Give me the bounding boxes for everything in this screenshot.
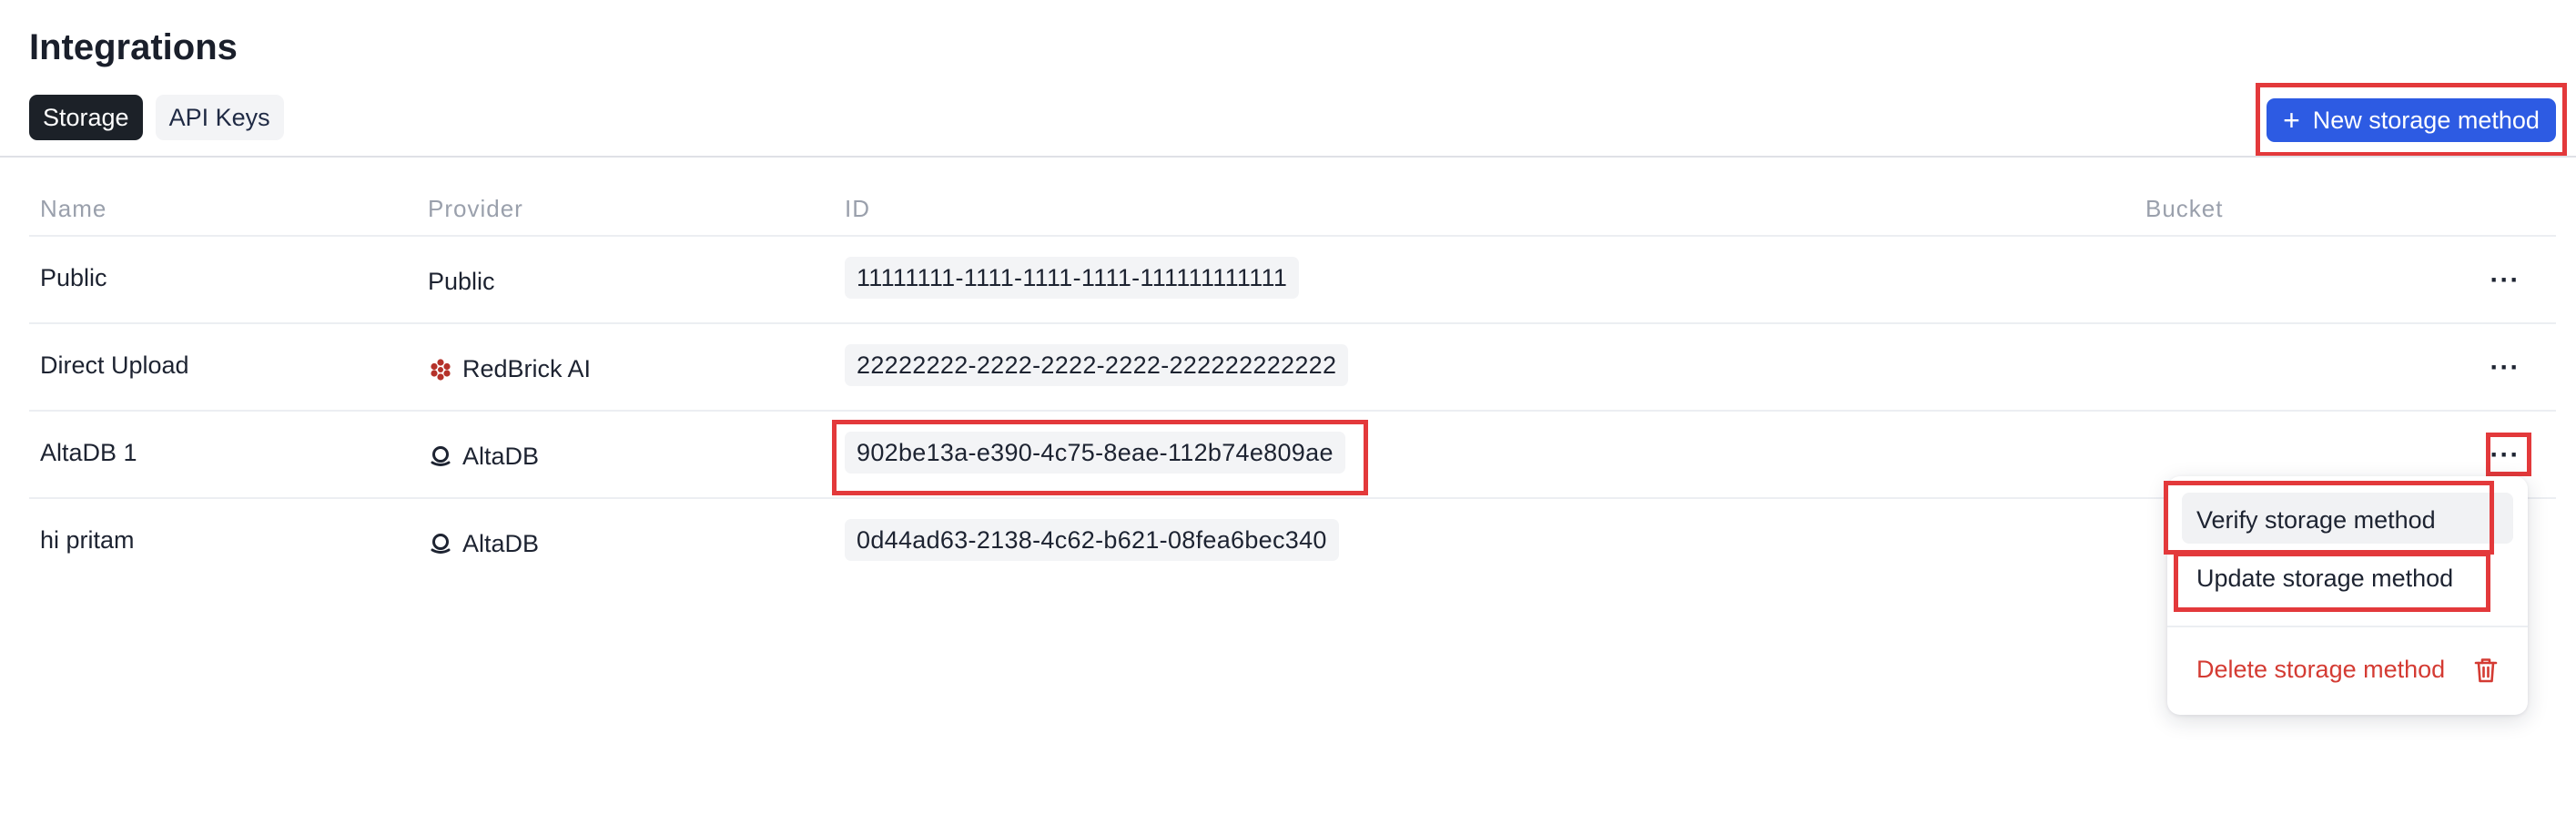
column-header-bucket: Bucket: [2145, 195, 2224, 222]
provider-label: RedBrick AI: [462, 355, 592, 382]
new-storage-method-button[interactable]: + New storage method: [2267, 98, 2556, 142]
provider-label: AltaDB: [462, 443, 540, 470]
more-horizontal-icon: ···: [2490, 440, 2520, 470]
row-menu-button[interactable]: ···: [2487, 350, 2523, 386]
new-storage-method-label: New storage method: [2312, 106, 2540, 134]
row-menu-button[interactable]: ···: [2487, 437, 2523, 474]
provider-label: AltaDB: [462, 530, 540, 557]
row-id: 0d44ad63-2138-4c62-b621-08fea6bec340: [845, 519, 1339, 561]
row-menu-button[interactable]: ···: [2487, 262, 2523, 299]
header-divider: [0, 156, 2576, 158]
verify-storage-method-item[interactable]: Verify storage method: [2196, 506, 2436, 535]
row-id: 11111111-1111-1111-1111-111111111111: [845, 257, 1300, 299]
column-header-name: Name: [40, 195, 107, 222]
table-row: Public Public 11111111-1111-1111-1111-11…: [29, 237, 2556, 324]
tab-storage[interactable]: Storage: [29, 95, 143, 140]
column-header-id: ID: [845, 195, 870, 222]
row-name: AltaDB 1: [40, 439, 137, 466]
altadb-logo-icon: [431, 445, 451, 466]
update-storage-method-item[interactable]: Update storage method: [2196, 565, 2453, 593]
tab-bar: Storage API Keys: [29, 95, 284, 140]
provider-label: Public: [428, 268, 495, 295]
row-provider: AltaDB: [428, 443, 539, 471]
integrations-page: Integrations Storage API Keys + New stor…: [0, 0, 2576, 825]
row-name: Public: [40, 264, 107, 291]
row-id: 22222222-2222-2222-2222-222222222222: [845, 344, 1349, 386]
row-provider: AltaDB: [428, 530, 539, 558]
row-provider: Public: [428, 268, 495, 296]
plus-icon: +: [2283, 104, 2300, 137]
column-header-provider: Provider: [428, 195, 523, 222]
altadb-logo-icon: [431, 533, 451, 554]
row-name: hi pritam: [40, 526, 135, 554]
menu-divider: [2167, 626, 2528, 627]
table-header: Name Provider ID Bucket: [29, 173, 2556, 237]
row-context-menu: Verify storage method Update storage met…: [2167, 476, 2528, 715]
row-provider: RedBrick AI: [428, 355, 591, 383]
delete-storage-method-item[interactable]: Delete storage method: [2196, 656, 2445, 684]
page-title: Integrations: [29, 27, 238, 67]
table-row: Direct Upload RedBrick AI 22222222-2222-…: [29, 324, 2556, 412]
tab-api-keys[interactable]: API Keys: [155, 95, 284, 140]
more-horizontal-icon: ···: [2490, 265, 2520, 295]
more-horizontal-icon: ···: [2490, 352, 2520, 382]
redbrick-logo-icon: [431, 358, 451, 381]
row-id: 902be13a-e390-4c75-8eae-112b74e809ae: [845, 432, 1345, 474]
trash-icon: [2474, 658, 2498, 683]
row-name: Direct Upload: [40, 351, 189, 379]
